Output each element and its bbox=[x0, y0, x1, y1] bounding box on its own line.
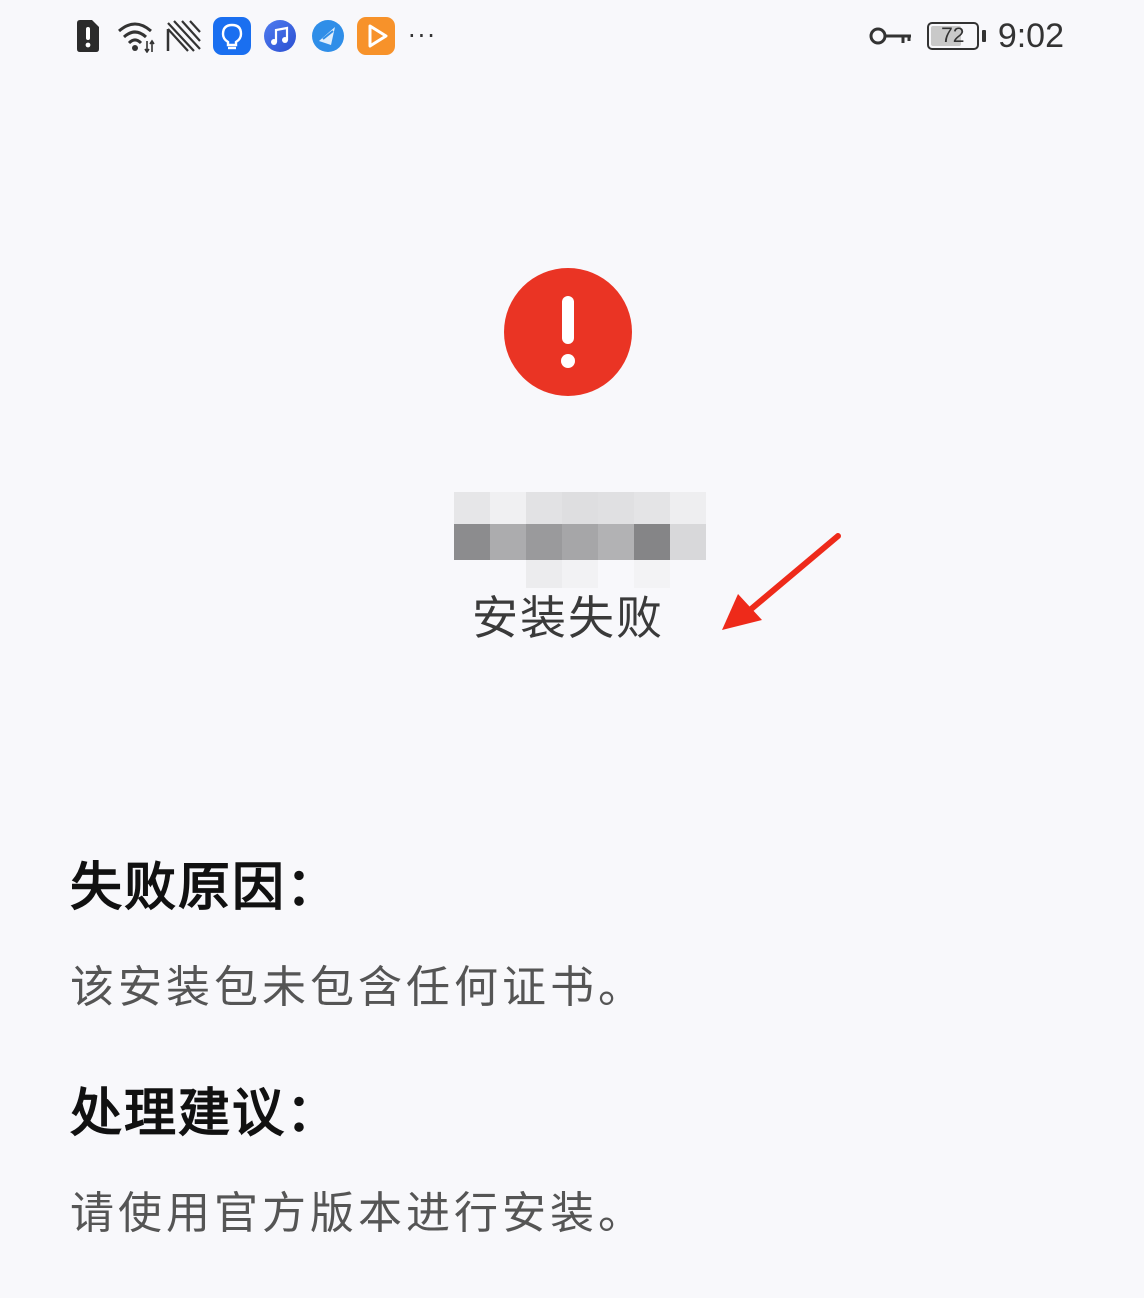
more-notifications-indicator: ··· bbox=[408, 22, 437, 50]
install-failed-title: 安装失败 bbox=[472, 591, 664, 645]
sim-alert-icon bbox=[68, 16, 108, 56]
video-app-icon bbox=[356, 16, 396, 56]
suggestion-heading: 处理建议： bbox=[70, 1084, 341, 1144]
status-time: 9:02 bbox=[997, 16, 1064, 55]
battery-indicator: 72 bbox=[926, 22, 979, 50]
key-icon bbox=[869, 16, 913, 56]
suggestion-text: 请使用官方版本进行安装。 bbox=[70, 1188, 646, 1239]
battery-tip bbox=[981, 30, 986, 42]
exclamation-dot bbox=[561, 354, 575, 368]
failure-reason-heading: 失败原因： bbox=[70, 858, 341, 918]
browser-app-icon bbox=[308, 16, 348, 56]
redacted-app-name bbox=[454, 492, 706, 588]
signal-icon bbox=[164, 16, 204, 56]
status-right: 72 9:02 bbox=[869, 16, 1064, 56]
error-exclamation-icon bbox=[504, 268, 632, 396]
status-bar: ··· 72 9:02 bbox=[0, 0, 1144, 76]
red-annotation-arrow-icon bbox=[722, 533, 841, 630]
failure-reason-text: 该安装包未包含任何证书。 bbox=[70, 962, 646, 1013]
music-app-icon bbox=[260, 16, 300, 56]
wifi-icon bbox=[116, 16, 156, 56]
tips-app-icon bbox=[212, 16, 252, 56]
status-left: ··· bbox=[68, 16, 437, 56]
exclamation-bar bbox=[562, 296, 574, 344]
battery-level: 72 bbox=[941, 24, 965, 47]
